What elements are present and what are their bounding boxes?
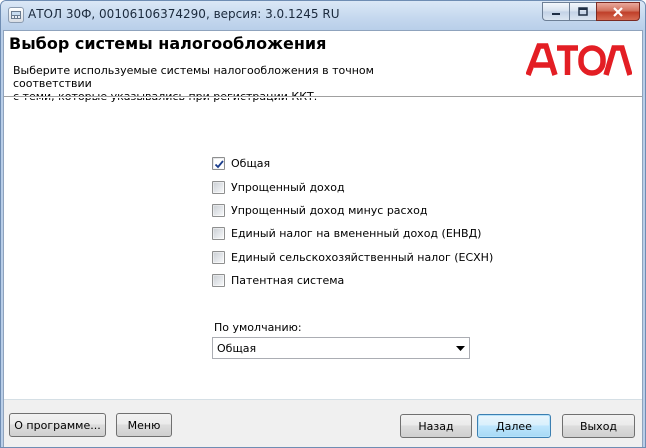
chevron-down-icon (455, 345, 465, 351)
app-icon (8, 7, 24, 23)
about-button[interactable]: О программе... (9, 413, 106, 437)
maximize-button[interactable] (569, 2, 596, 21)
checkbox-patent[interactable]: Патентная система (212, 273, 344, 287)
wizard-page: Выбор системы налогообложения Выберите и… (3, 30, 643, 447)
checkbox-obshchaya[interactable]: Общая (212, 156, 270, 170)
window-title: АТОЛ 30Ф, 00106106374290, версия: 3.0.12… (28, 7, 340, 21)
checkbox-label: Единый налог на вмененный доход (ЕНВД) (231, 226, 482, 240)
description-line-1: Выберите используемые системы налогообло… (13, 64, 374, 90)
close-icon (613, 6, 623, 17)
checkbox-box[interactable] (212, 250, 225, 264)
checkbox-label: Патентная система (231, 273, 345, 287)
atol-logo (525, 42, 633, 81)
checkbox-label: Упрощенный доход минус расход (231, 203, 428, 217)
minimize-icon (552, 12, 560, 15)
default-tax-label: По умолчанию: (214, 321, 302, 334)
check-icon (214, 159, 224, 168)
checkbox-envd[interactable]: Единый налог на вмененный доход (ЕНВД) (212, 226, 481, 240)
checkbox-label: Единый сельскохозяйственный налог (ЕСХН) (231, 250, 494, 264)
button-bar: О программе... Меню Назад Далее Выход (4, 399, 642, 447)
close-button[interactable] (596, 2, 640, 21)
minimize-button[interactable] (542, 2, 569, 21)
title-bar[interactable]: АТОЛ 30Ф, 00106106374290, версия: 3.0.12… (1, 1, 645, 30)
checkbox-eshn[interactable]: Единый сельскохозяйственный налог (ЕСХН) (212, 250, 493, 264)
next-button[interactable]: Далее (477, 414, 551, 438)
checkbox-box[interactable] (212, 273, 225, 287)
checkbox-box[interactable] (212, 180, 225, 194)
window-controls (542, 2, 640, 21)
back-button[interactable]: Назад (400, 414, 472, 438)
atol-logo-image (525, 43, 633, 76)
checkbox-box[interactable] (212, 203, 225, 217)
page-title: Выбор системы налогообложения (9, 34, 327, 53)
menu-button[interactable]: Меню (116, 413, 172, 437)
checkbox-usn-dohod-minus-rashod[interactable]: Упрощенный доход минус расход (212, 203, 427, 217)
page-header: Выбор системы налогообложения Выберите и… (4, 31, 642, 103)
dropdown-button[interactable] (451, 338, 469, 358)
checkbox-box[interactable] (212, 226, 225, 240)
app-window: АТОЛ 30Ф, 00106106374290, версия: 3.0.12… (0, 0, 646, 448)
checkbox-box[interactable] (212, 156, 225, 170)
select-value: Общая (217, 341, 257, 355)
exit-button[interactable]: Выход (562, 414, 635, 438)
checkbox-label: Упрощенный доход (231, 180, 345, 194)
checkbox-label: Общая (231, 156, 271, 170)
default-tax-select[interactable]: Общая (212, 337, 470, 359)
header-separator (4, 96, 642, 98)
checkbox-usn-dohod[interactable]: Упрощенный доход (212, 180, 345, 194)
maximize-icon (578, 7, 588, 16)
